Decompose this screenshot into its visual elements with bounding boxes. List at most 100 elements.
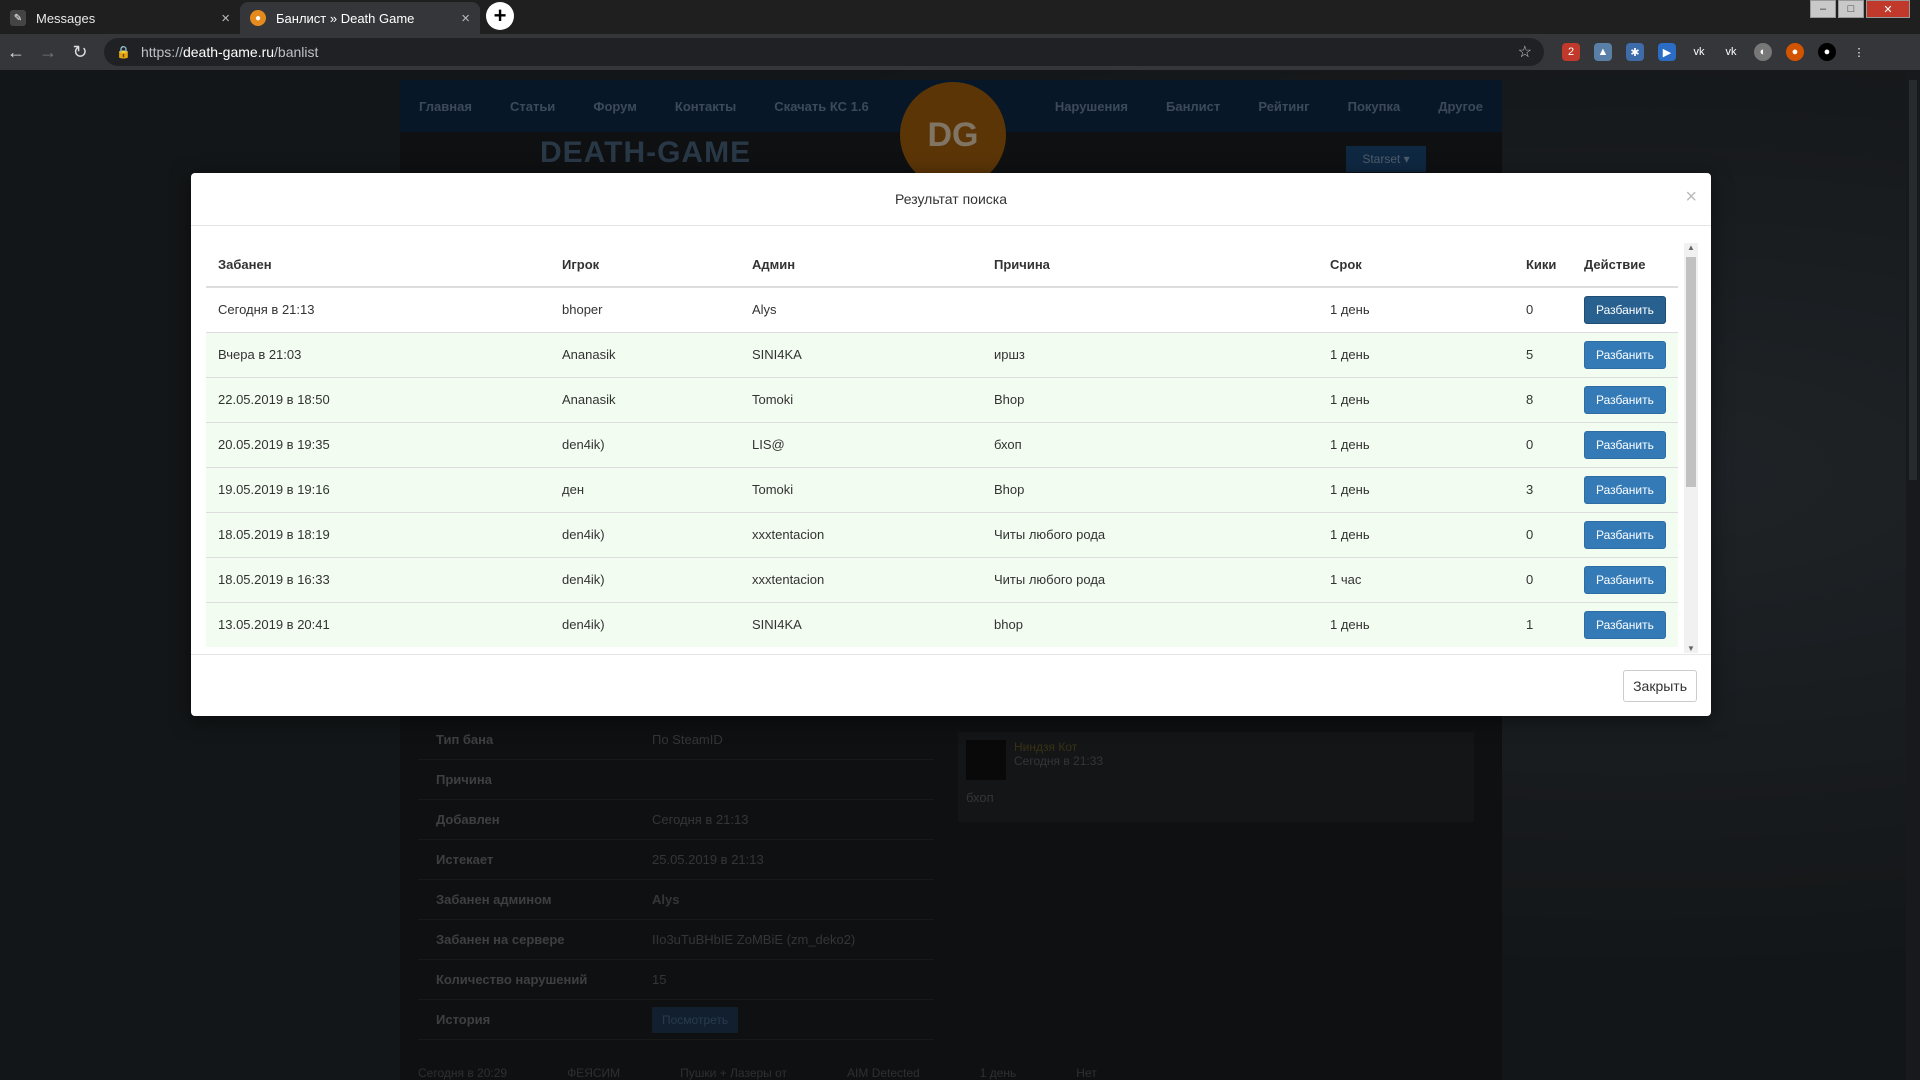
table-header-row: Забанен Игрок Админ Причина Срок Кики Де…: [206, 243, 1678, 288]
cell-player: ден: [550, 466, 740, 512]
unban-button[interactable]: Разбанить: [1584, 565, 1666, 594]
cell-player: den4ik): [550, 556, 740, 602]
scroll-up-icon[interactable]: ▲: [1687, 243, 1695, 252]
modal-header: Результат поиска ×: [191, 173, 1711, 226]
scrollbar-thumb[interactable]: [1686, 257, 1696, 487]
back-icon[interactable]: ←: [0, 36, 32, 68]
cell-date: 20.05.2019 в 19:35: [206, 421, 550, 467]
unban-button[interactable]: Разбанить: [1584, 520, 1666, 549]
table-row: 22.05.2019 в 18:50 Ananasik Tomoki Bhop 1 де…: [206, 376, 1678, 422]
fox-extension-icon[interactable]: ●: [1786, 43, 1804, 61]
table-row: 13.05.2019 в 20:41 den4ik) SINI4KA bhop 1 де…: [206, 601, 1678, 647]
cell-admin: Alys: [740, 286, 982, 332]
cell-admin: Tomoki: [740, 376, 982, 422]
cell-reason: Bhop: [982, 466, 1318, 512]
cell-action: Разбанить: [1572, 466, 1678, 512]
cell-kicks: 0: [1514, 556, 1572, 602]
cell-term: 1 день: [1318, 286, 1514, 332]
new-tab-button[interactable]: +: [486, 2, 514, 30]
unban-button[interactable]: Разбанить: [1584, 610, 1666, 639]
cell-kicks: 0: [1514, 286, 1572, 332]
cell-date: Сегодня в 21:13: [206, 286, 550, 332]
chat-icon: ✎: [10, 10, 26, 26]
scroll-down-icon[interactable]: ▼: [1687, 644, 1695, 653]
column-header: Админ: [740, 243, 982, 288]
unban-button[interactable]: Разбанить: [1584, 385, 1666, 414]
table-row: 18.05.2019 в 16:33 den4ik) xxxtentacion Чит…: [206, 556, 1678, 602]
close-window-icon[interactable]: ✕: [1866, 0, 1910, 18]
cell-admin: Tomoki: [740, 466, 982, 512]
url-host: death-game.ru: [182, 44, 275, 60]
menu-kebab-icon[interactable]: ⋮: [1850, 43, 1868, 61]
url-path: /banlist: [274, 44, 319, 60]
cell-reason: бхоп: [982, 421, 1318, 467]
cell-date: 18.05.2019 в 16:33: [206, 556, 550, 602]
cell-admin: xxxtentacion: [740, 556, 982, 602]
modal-title: Результат поиска: [895, 191, 1007, 207]
cell-reason: Bhop: [982, 376, 1318, 422]
close-icon[interactable]: ×: [461, 10, 470, 27]
reload-icon[interactable]: ↻: [64, 36, 96, 68]
cell-action: Разбанить: [1572, 286, 1678, 332]
cell-admin: SINI4KA: [740, 331, 982, 377]
cell-player: Ananasik: [550, 376, 740, 422]
address-bar[interactable]: 🔒 https://death-game.ru/banlist ☆: [104, 38, 1544, 66]
cell-date: 13.05.2019 в 20:41: [206, 601, 550, 647]
web-page: Главная Статьи Форум Контакты Скачать КС…: [0, 70, 1920, 1080]
cell-kicks: 1: [1514, 601, 1572, 647]
forward-icon[interactable]: →: [32, 36, 64, 68]
unban-button[interactable]: Разбанить: [1584, 295, 1666, 324]
cell-term: 1 час: [1318, 556, 1514, 602]
chart-extension-icon[interactable]: ▲: [1594, 43, 1612, 61]
vk-icon[interactable]: vk: [1690, 43, 1708, 61]
ban-results-table: Забанен Игрок Админ Причина Срок Кики Де…: [206, 243, 1678, 647]
browser-toolbar: ← → ↻ 🔒 https://death-game.ru/banlist ☆ …: [0, 34, 1920, 70]
cell-admin: SINI4KA: [740, 601, 982, 647]
adblock-icon[interactable]: 2: [1562, 43, 1580, 61]
cell-reason: Читы любого рода: [982, 511, 1318, 557]
cell-reason: bhop: [982, 601, 1318, 647]
maximize-icon[interactable]: □: [1838, 0, 1864, 18]
cell-action: Разбанить: [1572, 511, 1678, 557]
play-extension-icon[interactable]: ▶: [1658, 43, 1676, 61]
table-row: 20.05.2019 в 19:35 den4ik) LIS@ бхоп 1 день 0…: [206, 421, 1678, 467]
minimize-icon[interactable]: –: [1810, 0, 1836, 18]
cell-player: den4ik): [550, 421, 740, 467]
unban-button[interactable]: Разбанить: [1584, 475, 1666, 504]
cell-kicks: 8: [1514, 376, 1572, 422]
profile-avatar-icon[interactable]: ●: [1818, 43, 1836, 61]
close-icon[interactable]: ×: [221, 10, 230, 27]
compass-extension-icon[interactable]: ◐: [1754, 43, 1772, 61]
tab-title: Messages: [36, 10, 96, 26]
column-header: Причина: [982, 243, 1318, 288]
bookmark-star-icon[interactable]: ☆: [1518, 42, 1532, 62]
column-header: Забанен: [206, 243, 550, 288]
url-scheme: https://: [140, 44, 183, 60]
tab-messages[interactable]: ✎ Messages ×: [0, 2, 240, 34]
unban-button[interactable]: Разбанить: [1584, 430, 1666, 459]
column-header: Действие: [1572, 243, 1678, 288]
close-icon[interactable]: ×: [1685, 186, 1697, 209]
cell-action: Разбанить: [1572, 601, 1678, 647]
modal-body: Забанен Игрок Админ Причина Срок Кики Де…: [206, 243, 1698, 653]
tab-strip: ✎ Messages × ● Банлист » Death Game × + …: [0, 0, 1920, 34]
cell-kicks: 0: [1514, 421, 1572, 467]
gear-extension-icon[interactable]: ✱: [1626, 43, 1644, 61]
cell-date: 18.05.2019 в 18:19: [206, 511, 550, 557]
table-row: Вчера в 21:03 Ananasik SINI4KA иршз 1 день 5 Р…: [206, 331, 1678, 377]
close-button[interactable]: Закрыть: [1623, 669, 1697, 702]
table-row: 19.05.2019 в 19:16 ден Tomoki Bhop 1 день 3 Ра…: [206, 466, 1678, 512]
modal-scrollbar[interactable]: ▲ ▼: [1684, 243, 1698, 653]
tab-banlist[interactable]: ● Банлист » Death Game ×: [240, 2, 480, 34]
cell-term: 1 день: [1318, 601, 1514, 647]
cell-date: Вчера в 21:03: [206, 331, 550, 377]
column-header: Кики: [1514, 243, 1572, 288]
unban-button[interactable]: Разбанить: [1584, 340, 1666, 369]
cell-date: 22.05.2019 в 18:50: [206, 376, 550, 422]
cell-date: 19.05.2019 в 19:16: [206, 466, 550, 512]
search-result-modal: Результат поиска × Забанен Игрок Админ П…: [191, 173, 1711, 716]
vk-icon[interactable]: vk: [1722, 43, 1740, 61]
tab-title: Банлист » Death Game: [276, 10, 415, 26]
cell-admin: xxxtentacion: [740, 511, 982, 557]
cell-kicks: 0: [1514, 511, 1572, 557]
